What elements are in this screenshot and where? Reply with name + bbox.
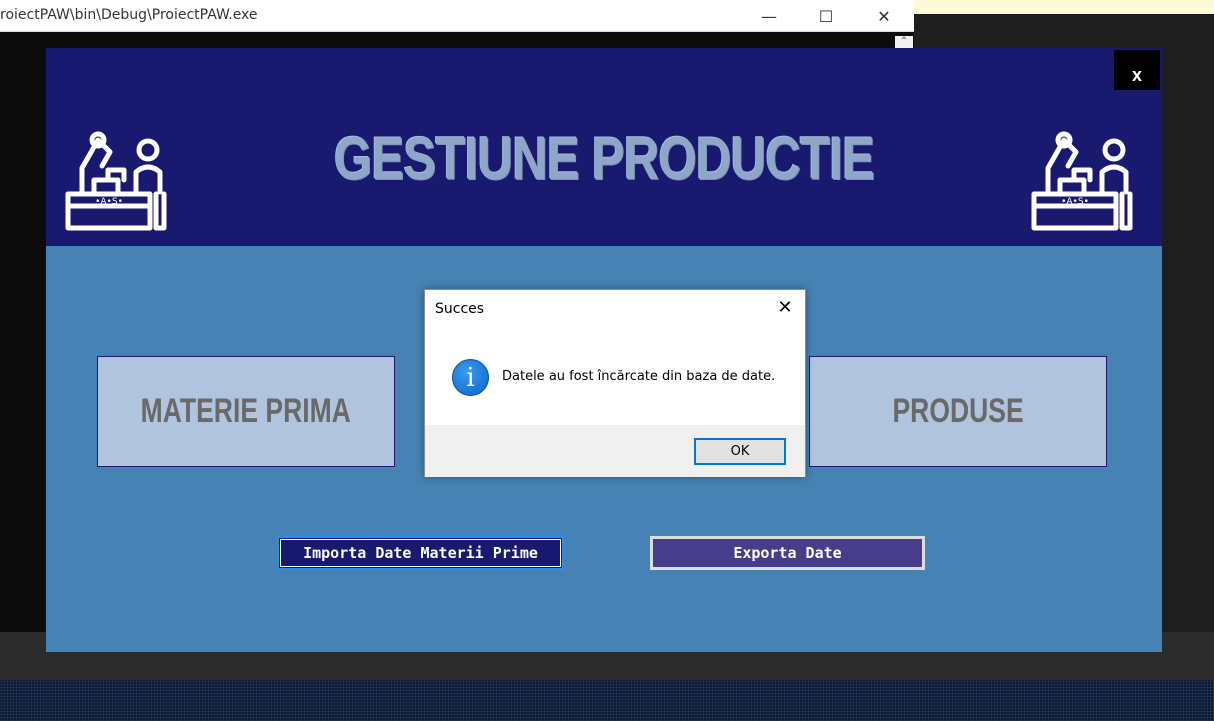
- svg-text:•A•S•: •A•S•: [95, 197, 123, 207]
- produse-label: PRODUSE: [892, 392, 1024, 430]
- ok-button[interactable]: OK: [694, 438, 786, 465]
- form-header: •A•S• GESTIUNE PRODUCTIE •A•S• x: [46, 48, 1162, 246]
- minimize-button[interactable]: —: [746, 0, 792, 32]
- importa-date-button[interactable]: Importa Date Materii Prime: [277, 536, 564, 570]
- console-title: roiectPAW\bin\Debug\ProiectPAW.exe: [0, 7, 258, 23]
- status-bar: [0, 680, 1214, 721]
- materie-prima-label: MATERIE PRIMA: [140, 392, 352, 430]
- svg-text:•A•S•: •A•S•: [1061, 197, 1089, 207]
- materie-prima-button[interactable]: MATERIE PRIMA: [97, 356, 395, 467]
- console-titlebar: roiectPAW\bin\Debug\ProiectPAW.exe — ☐ ✕: [0, 0, 914, 32]
- factory-robot-worker-icon: •A•S•: [1031, 131, 1133, 231]
- message-box: Succes ✕ i Datele au fost încărcate din …: [424, 289, 806, 477]
- exporta-date-button[interactable]: Exporta Date: [650, 536, 925, 570]
- close-button[interactable]: ✕: [861, 0, 907, 32]
- app-title: GESTIUNE PRODUCTIE: [333, 125, 875, 192]
- message-box-title: Succes: [435, 301, 485, 317]
- message-box-close-icon[interactable]: ✕: [771, 296, 799, 320]
- editor-highlight-strip: [914, 0, 1214, 14]
- info-icon: i: [452, 359, 489, 396]
- maximize-button[interactable]: ☐: [803, 0, 849, 32]
- form-close-button[interactable]: x: [1114, 50, 1160, 90]
- message-box-text: Datele au fost încărcate din baza de dat…: [502, 369, 776, 384]
- produse-button[interactable]: PRODUSE: [809, 356, 1107, 467]
- message-box-footer: OK: [425, 425, 805, 477]
